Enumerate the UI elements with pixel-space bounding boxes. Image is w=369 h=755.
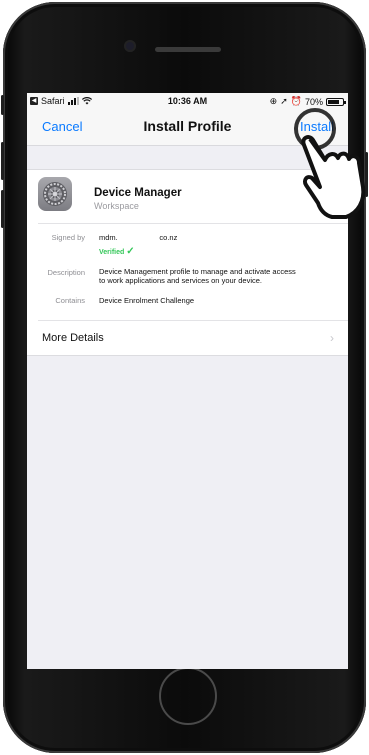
- home-button[interactable]: [159, 667, 217, 725]
- verified-label: Verified: [99, 249, 125, 256]
- description-label: Description: [47, 268, 85, 277]
- description-line-1: Device Management profile to manage and …: [99, 267, 296, 276]
- description-value: Device Management profile to manage and …: [99, 267, 296, 285]
- front-camera: [124, 40, 136, 52]
- profile-organization: Workspace: [94, 201, 139, 211]
- more-details-row[interactable]: More Details: [42, 332, 104, 344]
- contains-label: Contains: [55, 296, 85, 305]
- volume-up-button: [1, 142, 4, 180]
- mute-switch: [1, 95, 4, 115]
- divider: [38, 320, 348, 321]
- orientation-lock-icon: ⊕: [269, 96, 278, 106]
- contains-value: Device Enrolment Challenge: [99, 296, 195, 305]
- pointing-hand-icon: [294, 108, 366, 219]
- description-line-2: to work applications and services on you…: [99, 276, 263, 285]
- volume-down-button: [1, 190, 4, 228]
- divider: [38, 223, 348, 224]
- location-icon: ➚: [280, 96, 288, 106]
- settings-gear-icon: [38, 177, 72, 211]
- verified-badge: Verified ✓: [99, 246, 135, 257]
- check-icon: ✓: [126, 246, 135, 257]
- signed-by-value: mdm. co.nz: [99, 233, 178, 242]
- profile-name: Device Manager: [94, 187, 182, 199]
- earpiece-speaker: [155, 47, 221, 52]
- signed-by-label: Signed by: [51, 233, 85, 242]
- chevron-right-icon[interactable]: ›: [330, 331, 334, 345]
